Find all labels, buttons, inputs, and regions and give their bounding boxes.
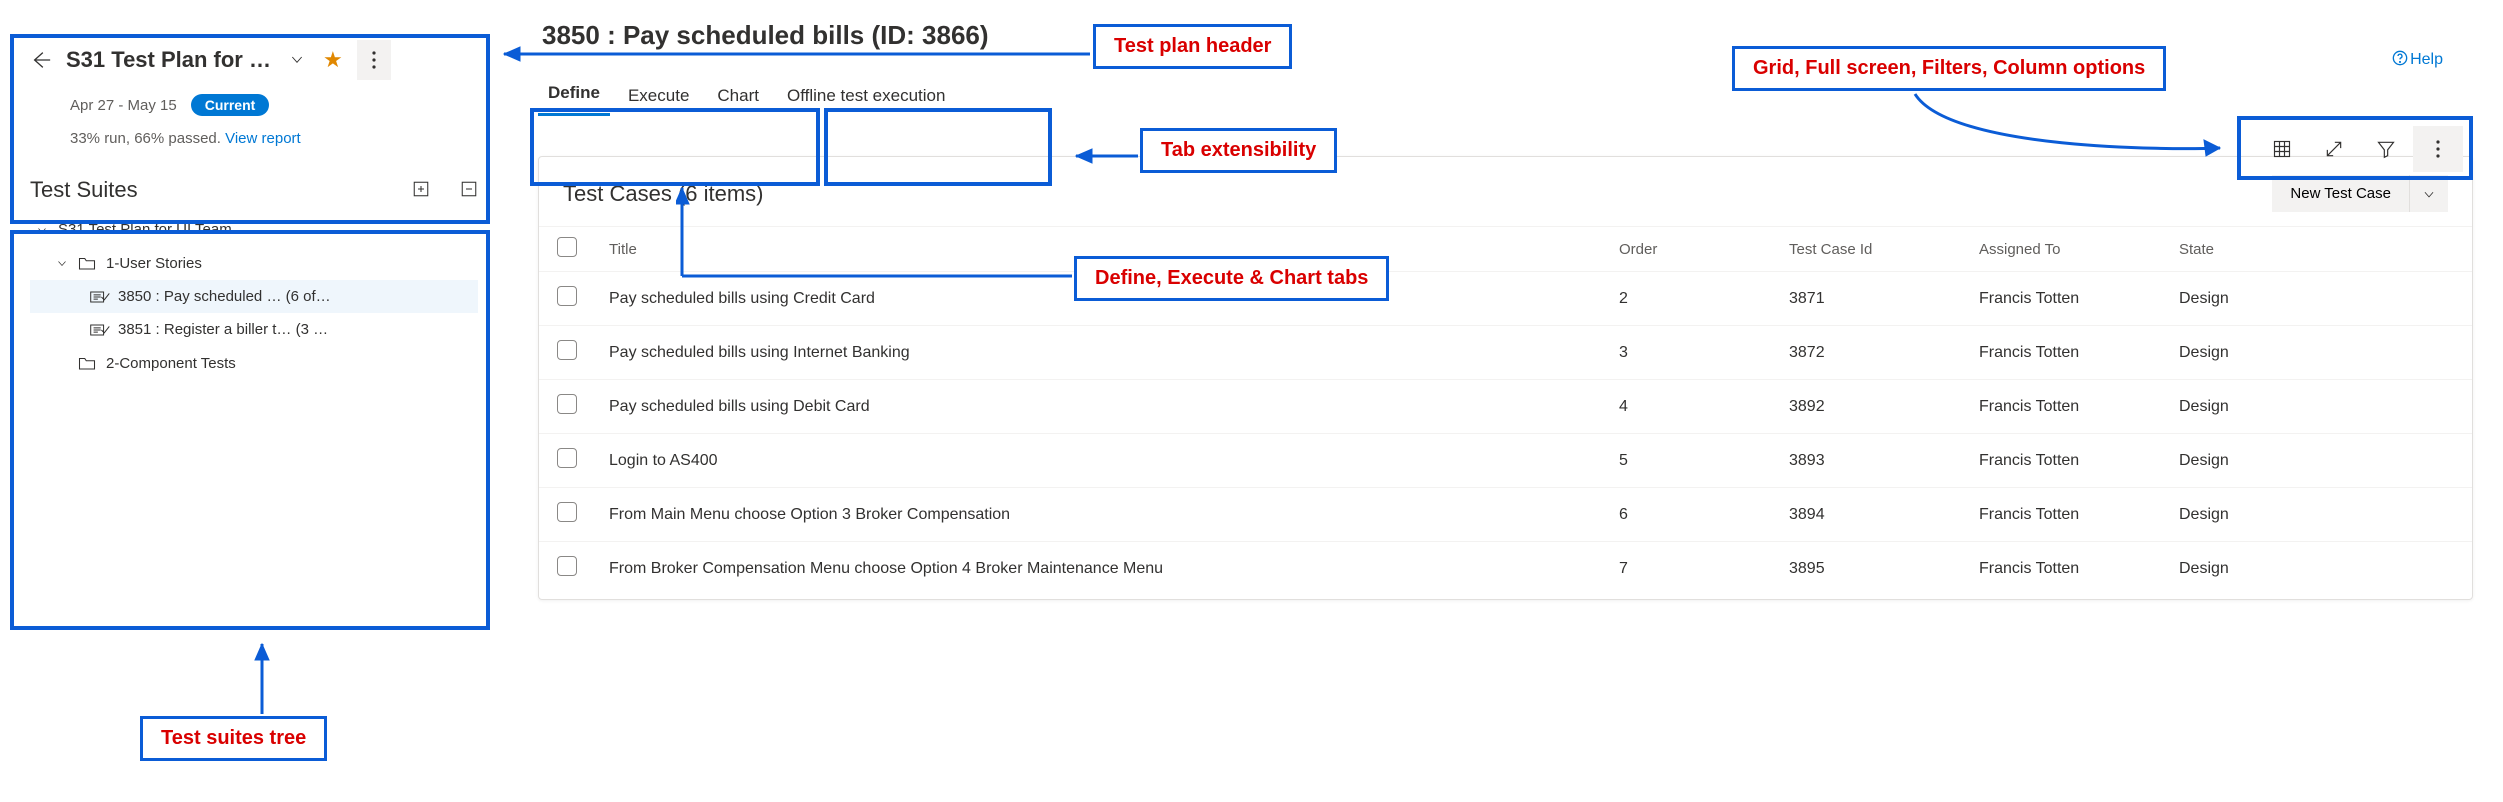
favorite-star-icon[interactable]: ★ — [323, 47, 343, 73]
plan-title: S31 Test Plan for … — [66, 47, 271, 73]
cell-title: Login to AS400 — [595, 434, 1605, 488]
chevron-down-icon — [56, 257, 70, 269]
cell-state: Design — [2165, 380, 2472, 434]
row-checkbox[interactable] — [557, 502, 577, 522]
tree-user-stories[interactable]: 1-User Stories — [30, 246, 478, 280]
anno-tab-ext: Tab extensibility — [1140, 128, 1337, 173]
col-assigned[interactable]: Assigned To — [1965, 227, 2165, 272]
cell-state: Design — [2165, 542, 2472, 596]
suite-title: 3850 : Pay scheduled bills (ID: 3866) — [542, 20, 2473, 51]
test-suites-title: Test Suites — [30, 177, 138, 203]
tab-chart[interactable]: Chart — [707, 80, 769, 116]
cell-order: 2 — [1605, 272, 1775, 326]
grid-view-button[interactable] — [2257, 126, 2307, 172]
anno-tabs: Define, Execute & Chart tabs — [1074, 256, 1389, 301]
col-id[interactable]: Test Case Id — [1775, 227, 1965, 272]
cell-title: Pay scheduled bills using Internet Banki… — [595, 326, 1605, 380]
cell-id: 3893 — [1775, 434, 1965, 488]
cell-order: 6 — [1605, 488, 1775, 542]
expand-all-icon[interactable] — [412, 180, 430, 201]
table-row[interactable]: Pay scheduled bills using Debit Card4389… — [539, 380, 2472, 434]
grid-title: Test Cases (6 items) — [563, 181, 764, 207]
collapse-all-icon[interactable] — [460, 180, 478, 201]
back-icon[interactable] — [30, 49, 52, 71]
col-state[interactable]: State — [2165, 227, 2472, 272]
fullscreen-button[interactable] — [2309, 126, 2359, 172]
current-badge: Current — [191, 94, 270, 116]
anno-toolbar: Grid, Full screen, Filters, Column optio… — [1732, 46, 2166, 91]
cell-state: Design — [2165, 488, 2472, 542]
tree-component-tests[interactable]: 2-Component Tests — [30, 346, 478, 380]
column-options-button[interactable] — [2413, 126, 2463, 172]
tab-offline[interactable]: Offline test execution — [777, 80, 955, 116]
cell-state: Design — [2165, 272, 2472, 326]
table-row[interactable]: Login to AS40053893Francis TottenDesign — [539, 434, 2472, 488]
plan-stats: 33% run, 66% passed. — [70, 130, 221, 147]
new-test-case-split-button[interactable] — [2409, 175, 2448, 212]
table-row[interactable]: From Broker Compensation Menu choose Opt… — [539, 542, 2472, 596]
cell-id: 3892 — [1775, 380, 1965, 434]
tree-suite-3851[interactable]: 3851 : Register a biller t… (3 … — [30, 313, 478, 346]
table-row[interactable]: From Main Menu choose Option 3 Broker Co… — [539, 488, 2472, 542]
requirement-suite-icon — [90, 322, 110, 338]
anno-test-plan-header: Test plan header — [1093, 24, 1292, 69]
cell-order: 3 — [1605, 326, 1775, 380]
row-checkbox[interactable] — [557, 556, 577, 576]
view-report-link[interactable]: View report — [225, 130, 301, 147]
select-all-checkbox[interactable] — [557, 237, 577, 257]
table-row[interactable]: Pay scheduled bills using Internet Banki… — [539, 326, 2472, 380]
anno-suites-tree: Test suites tree — [140, 716, 327, 761]
col-order[interactable]: Order — [1605, 227, 1775, 272]
plan-more-actions-button[interactable] — [357, 40, 391, 80]
row-checkbox[interactable] — [557, 286, 577, 306]
cell-id: 3895 — [1775, 542, 1965, 596]
chevron-down-icon — [36, 224, 50, 236]
tab-execute[interactable]: Execute — [618, 80, 699, 116]
row-checkbox[interactable] — [557, 448, 577, 468]
tree-suite-3850[interactable]: 3850 : Pay scheduled … (6 of… — [30, 280, 478, 313]
new-test-case-button[interactable]: New Test Case — [2272, 175, 2409, 212]
table-row[interactable]: Pay scheduled bills using Credit Card238… — [539, 272, 2472, 326]
cell-assigned: Francis Totten — [1965, 326, 2165, 380]
plan-dropdown-chevron[interactable] — [285, 47, 309, 74]
cell-id: 3894 — [1775, 488, 1965, 542]
plan-date-range: Apr 27 - May 15 — [70, 97, 177, 114]
cell-assigned: Francis Totten — [1965, 542, 2165, 596]
cell-order: 7 — [1605, 542, 1775, 596]
test-cases-table: Title Order Test Case Id Assigned To Sta… — [539, 226, 2472, 595]
cell-state: Design — [2165, 326, 2472, 380]
cell-assigned: Francis Totten — [1965, 272, 2165, 326]
cell-order: 5 — [1605, 434, 1775, 488]
folder-icon — [78, 354, 98, 372]
row-checkbox[interactable] — [557, 340, 577, 360]
cell-assigned: Francis Totten — [1965, 380, 2165, 434]
cell-title: From Broker Compensation Menu choose Opt… — [595, 542, 1605, 596]
cell-id: 3872 — [1775, 326, 1965, 380]
row-checkbox[interactable] — [557, 394, 577, 414]
cell-assigned: Francis Totten — [1965, 488, 2165, 542]
cell-assigned: Francis Totten — [1965, 434, 2165, 488]
tab-define[interactable]: Define — [538, 77, 610, 116]
cell-title: Pay scheduled bills using Debit Card — [595, 380, 1605, 434]
tree-root[interactable]: S31 Test Plan for UI Team — [30, 213, 478, 246]
cell-id: 3871 — [1775, 272, 1965, 326]
cell-title: From Main Menu choose Option 3 Broker Co… — [595, 488, 1605, 542]
help-link[interactable]: Help — [2392, 50, 2443, 69]
folder-icon — [78, 254, 98, 272]
cell-state: Design — [2165, 434, 2472, 488]
cell-order: 4 — [1605, 380, 1775, 434]
filter-button[interactable] — [2361, 126, 2411, 172]
requirement-suite-icon — [90, 289, 110, 305]
